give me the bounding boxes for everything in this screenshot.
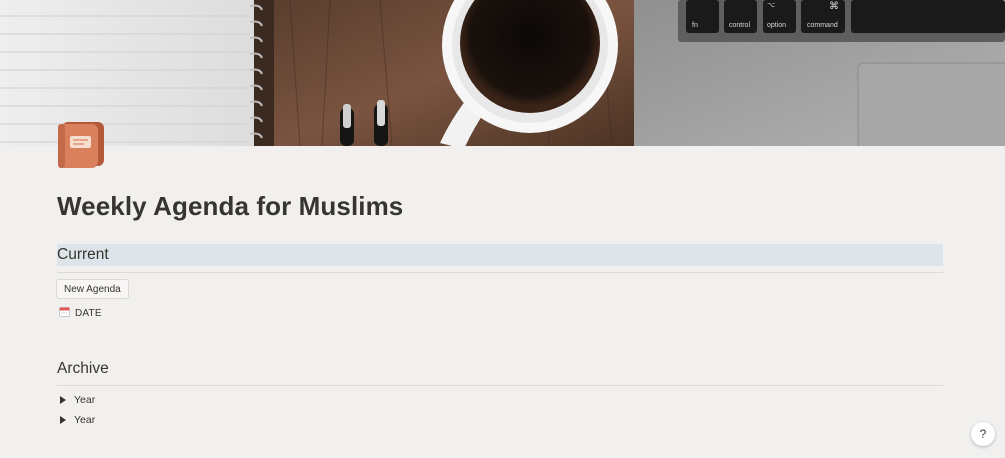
current-heading: Current	[57, 244, 943, 266]
page-title[interactable]: Weekly Agenda for Muslims	[57, 191, 403, 222]
book-icon[interactable]	[56, 118, 108, 170]
cover-key-option: option	[767, 22, 786, 29]
toggle-year[interactable]: Year	[60, 394, 95, 406]
toggle-label: Year	[74, 414, 96, 426]
cover-key-fn: fn	[692, 22, 698, 29]
cover-key-command-symbol: ⌘	[829, 1, 839, 12]
date-link-label: DATE	[75, 307, 102, 319]
archive-heading: Archive	[57, 360, 109, 377]
calendar-icon	[59, 304, 70, 322]
divider	[57, 385, 943, 386]
toggle-year[interactable]: Year	[60, 414, 95, 426]
cover-image: fn control option command ⌥ ⌘	[0, 0, 1005, 146]
toggle-triangle-icon[interactable]	[60, 416, 66, 424]
toggle-triangle-icon[interactable]	[60, 396, 66, 404]
new-agenda-button[interactable]: New Agenda	[56, 279, 129, 299]
date-page-link[interactable]: DATE	[59, 304, 102, 322]
cover-key-command: command	[807, 22, 838, 29]
toggle-label: Year	[74, 394, 96, 406]
divider	[57, 272, 943, 273]
help-button[interactable]: ?	[971, 422, 995, 446]
cover-key-option-symbol: ⌥	[767, 2, 775, 9]
cover-key-control: control	[729, 22, 750, 29]
